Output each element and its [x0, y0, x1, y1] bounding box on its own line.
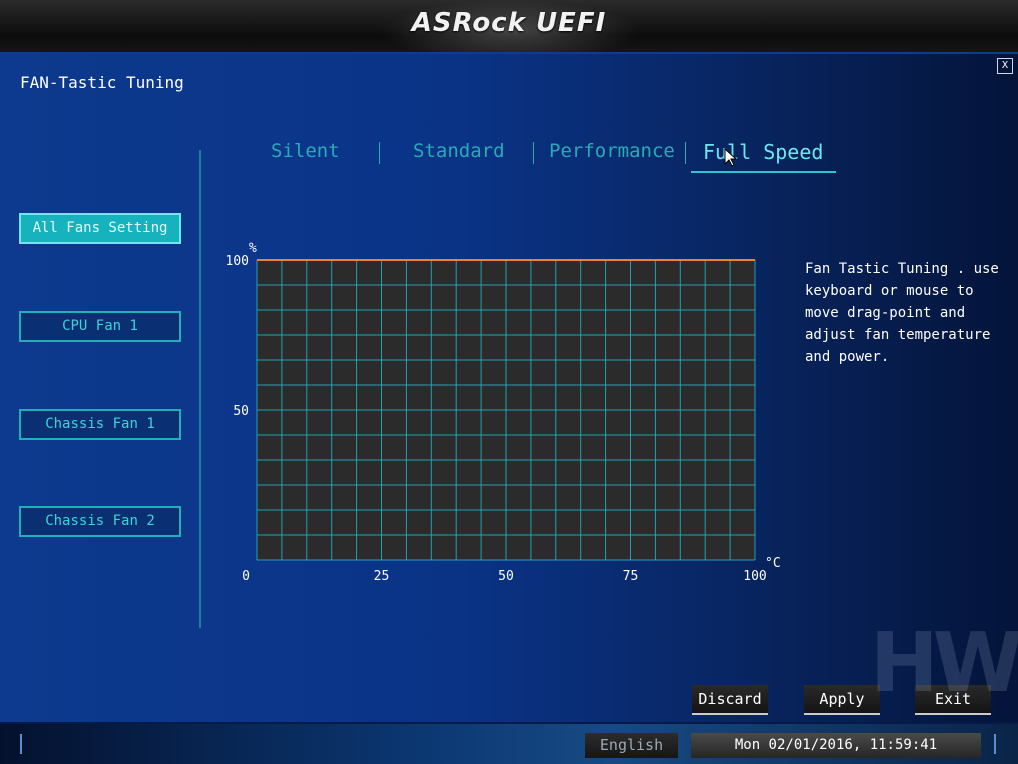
bottom-left-marker [20, 734, 22, 754]
x-tick-label: 50 [498, 569, 514, 584]
x-unit-label: °C [765, 556, 781, 571]
y-tick-label: 50 [233, 404, 249, 419]
x-tick-label: 100 [743, 569, 766, 584]
watermark-logo: HW [870, 616, 1018, 711]
x-tick-label: 25 [374, 569, 390, 584]
help-text: Fan Tastic Tuning . use keyboard or mous… [805, 261, 999, 365]
apply-button[interactable]: Apply [804, 685, 880, 715]
datetime-display: Mon 02/01/2016, 11:59:41 [691, 733, 981, 758]
y-unit-label: % [249, 241, 257, 256]
bottom-right-marker [994, 734, 996, 754]
x-tick-label: 75 [623, 569, 639, 584]
language-button[interactable]: English [585, 733, 678, 758]
y-tick-label: 100 [226, 254, 249, 269]
fan-curve-chart: 0 25 50 75 100 50 100 % °C [226, 241, 781, 584]
x-tick-label: 0 [242, 569, 250, 584]
discard-button[interactable]: Discard [692, 685, 768, 715]
